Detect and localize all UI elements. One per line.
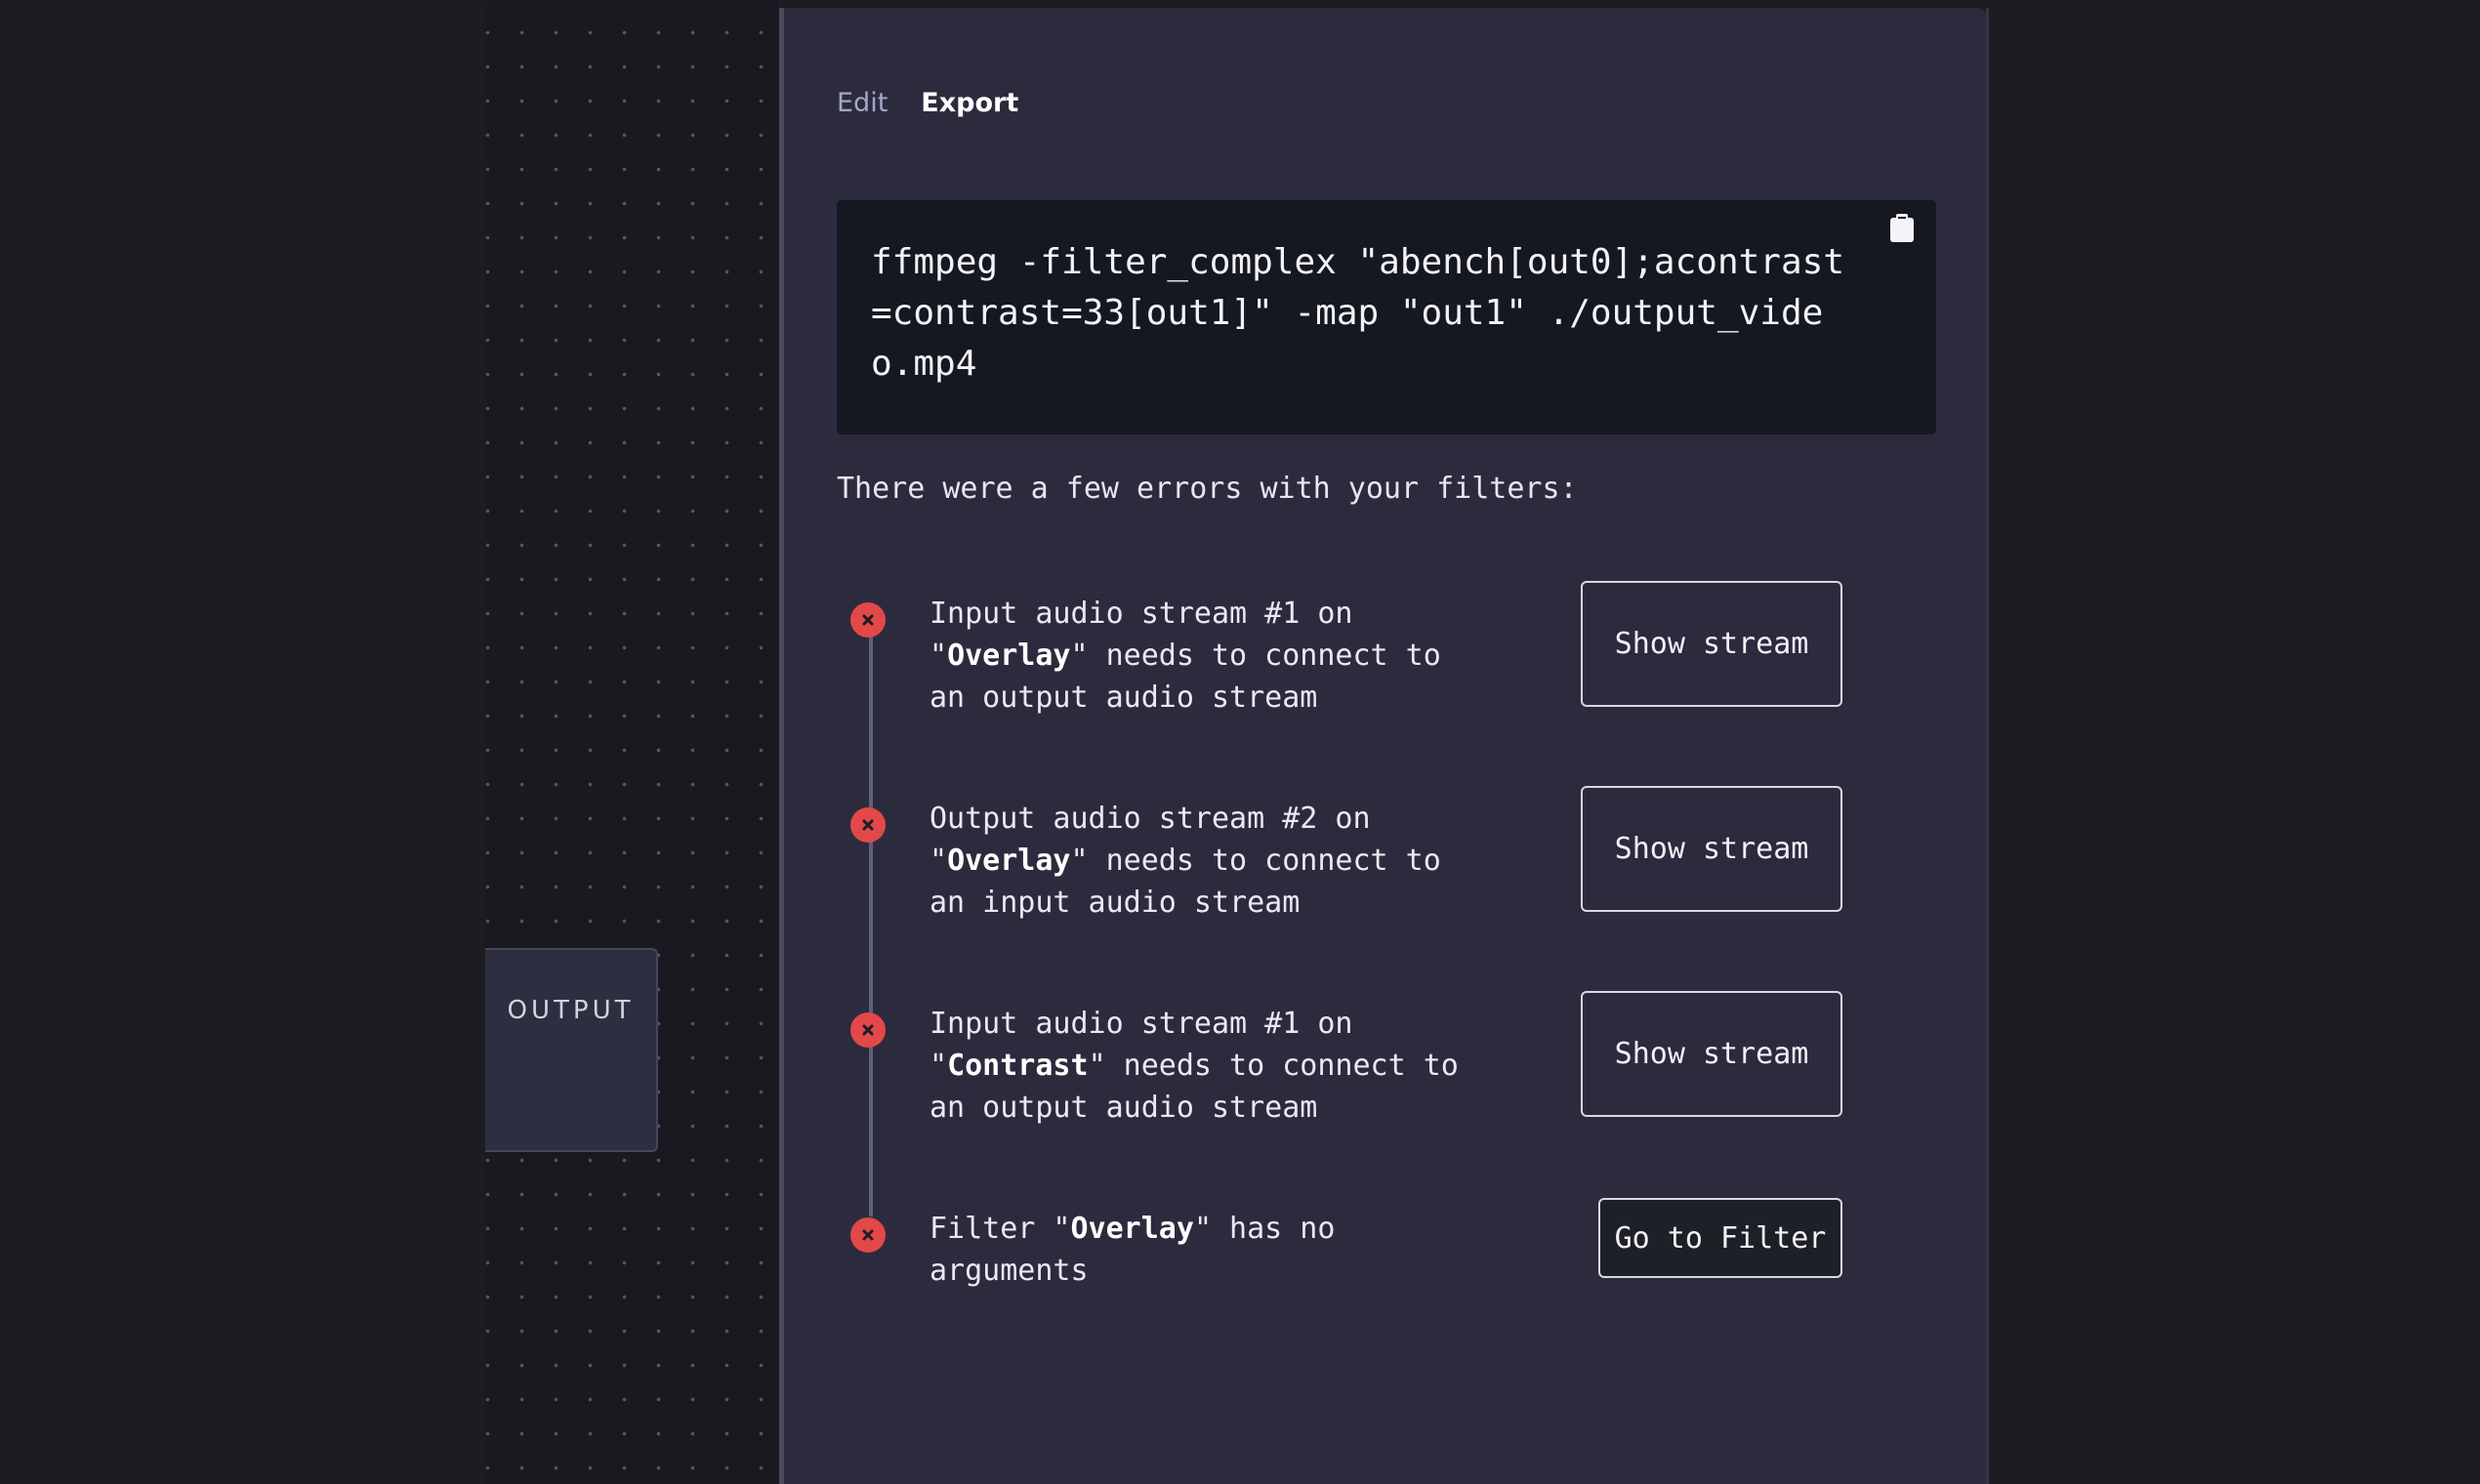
output-node-label: OUTPUT bbox=[507, 996, 635, 1025]
show-stream-button[interactable]: Show stream bbox=[1581, 581, 1842, 707]
show-stream-button[interactable]: Show stream bbox=[1581, 991, 1842, 1117]
error-message: Output audio stream #2 on "Overlay" need… bbox=[930, 802, 1441, 920]
filter-name: Overlay bbox=[947, 639, 1071, 673]
command-code-block: ffmpeg -filter_complex "abench[out0];aco… bbox=[837, 200, 1936, 434]
error-x-icon bbox=[850, 807, 886, 843]
export-panel: Edit Export ffmpeg -filter_complex "aben… bbox=[784, 8, 1988, 1484]
filter-name: Overlay bbox=[947, 844, 1071, 878]
go-to-filter-button[interactable]: Go to Filter bbox=[1598, 1198, 1842, 1278]
filter-name: Contrast bbox=[947, 1049, 1089, 1083]
panel-tabs: Edit Export bbox=[837, 88, 1018, 118]
panel-right-edge bbox=[1986, 8, 1989, 1484]
error-timeline-line bbox=[869, 621, 873, 1216]
error-message: Input audio stream #1 on "Contrast" need… bbox=[930, 1007, 1459, 1125]
filter-name: Overlay bbox=[1070, 1212, 1194, 1246]
ffmpeg-command: ffmpeg -filter_complex "abench[out0];aco… bbox=[871, 242, 1844, 384]
tab-edit[interactable]: Edit bbox=[837, 88, 888, 118]
clipboard-icon[interactable] bbox=[1889, 214, 1915, 243]
show-stream-button[interactable]: Show stream bbox=[1581, 786, 1842, 912]
error-x-icon bbox=[850, 1012, 886, 1048]
errors-heading: There were a few errors with your filter… bbox=[837, 472, 1578, 506]
tab-export[interactable]: Export bbox=[921, 88, 1018, 118]
error-message: Filter "Overlay" has no arguments bbox=[930, 1212, 1336, 1288]
error-x-icon bbox=[850, 1217, 886, 1253]
output-node[interactable]: OUTPUT bbox=[485, 948, 658, 1152]
node-canvas[interactable] bbox=[485, 0, 778, 1484]
error-message: Input audio stream #1 on "Overlay" needs… bbox=[930, 597, 1441, 715]
error-x-icon bbox=[850, 602, 886, 638]
